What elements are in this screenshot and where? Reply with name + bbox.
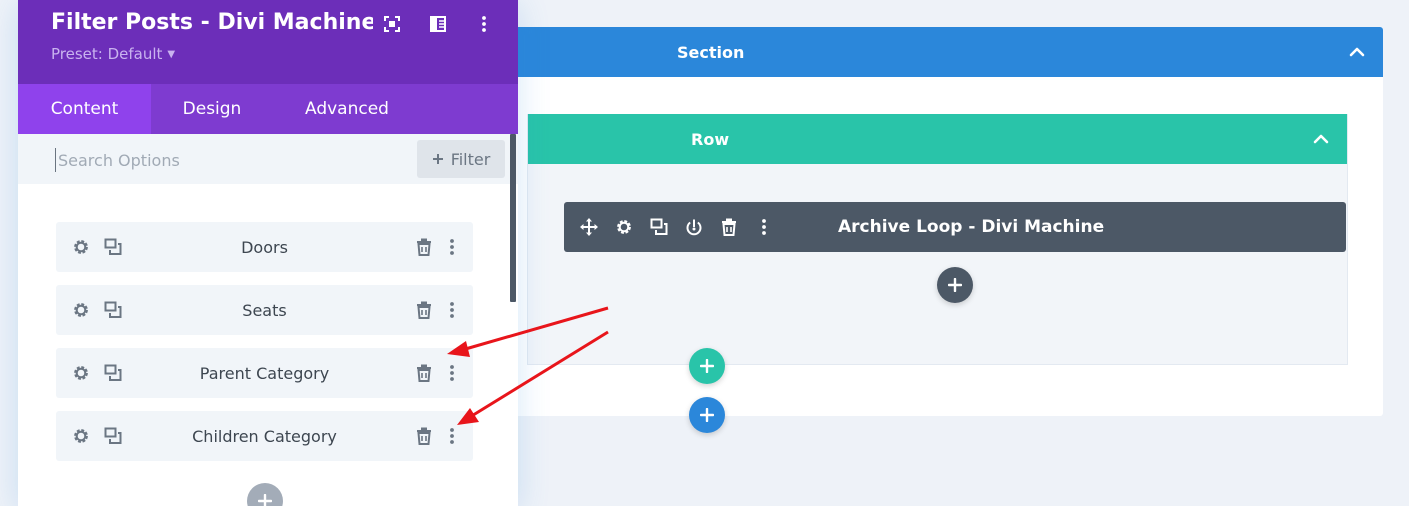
trash-icon[interactable] — [413, 424, 435, 448]
gear-icon[interactable] — [613, 215, 635, 239]
fullscreen-icon[interactable] — [380, 12, 404, 36]
gear-icon[interactable] — [70, 361, 92, 385]
module-archive-loop[interactable]: Archive Loop - Divi Machine — [564, 202, 1346, 252]
gear-icon[interactable] — [70, 424, 92, 448]
more-icon[interactable] — [441, 361, 463, 385]
list-item[interactable]: Parent Category — [56, 348, 473, 398]
duplicate-icon[interactable] — [102, 361, 124, 385]
duplicate-icon[interactable] — [102, 424, 124, 448]
trash-icon[interactable] — [413, 235, 435, 259]
section-header-bar[interactable]: Section — [490, 27, 1383, 77]
more-icon[interactable] — [441, 424, 463, 448]
trash-icon[interactable] — [413, 298, 435, 322]
scrollbar[interactable] — [510, 134, 516, 302]
list-item[interactable]: Children Category — [56, 411, 473, 461]
plus-icon — [948, 278, 962, 292]
module-settings-modal: Filter Posts - Divi Machine S... Preset:… — [18, 0, 518, 506]
section-label: Section — [677, 42, 745, 62]
more-icon[interactable] — [753, 215, 775, 239]
row-header-bar[interactable]: Row — [528, 114, 1347, 164]
more-icon[interactable] — [441, 298, 463, 322]
plus-icon — [258, 494, 272, 506]
filter-button[interactable]: Filter — [417, 140, 505, 178]
plus-icon — [700, 408, 714, 422]
more-icon[interactable] — [441, 235, 463, 259]
module-label: Archive Loop - Divi Machine — [838, 217, 1105, 237]
tab-advanced[interactable]: Advanced — [273, 84, 421, 134]
add-section-button[interactable] — [689, 397, 725, 433]
filter-item-list: Doors Seats Parent Category Children Cat… — [56, 222, 473, 474]
duplicate-icon[interactable] — [102, 235, 124, 259]
split-view-icon[interactable] — [426, 12, 450, 36]
add-row-button[interactable] — [689, 348, 725, 384]
duplicate-icon[interactable] — [102, 298, 124, 322]
row-container: Row Archive Loop - Divi Machine — [527, 114, 1348, 365]
section-container: Section Row Archive Loop - Divi Machine — [490, 27, 1383, 416]
add-module-button[interactable] — [937, 267, 973, 303]
filter-label: Filter — [450, 149, 491, 169]
gear-icon[interactable] — [70, 235, 92, 259]
chevron-up-icon[interactable] — [1346, 41, 1368, 63]
settings-tabs: Content Design Advanced — [18, 84, 518, 134]
move-icon[interactable] — [578, 215, 600, 239]
row-label: Row — [691, 129, 730, 149]
preset-label: Preset: Default — [51, 45, 163, 63]
modal-header[interactable]: Filter Posts - Divi Machine S... Preset:… — [18, 0, 518, 84]
add-item-button[interactable] — [247, 483, 283, 506]
plus-icon — [700, 359, 714, 373]
list-item[interactable]: Doors — [56, 222, 473, 272]
power-icon[interactable] — [683, 215, 705, 239]
more-icon[interactable] — [472, 12, 496, 36]
preset-selector[interactable]: Preset: Default ▼ — [51, 45, 175, 63]
list-item[interactable]: Seats — [56, 285, 473, 335]
modal-title: Filter Posts - Divi Machine S... — [51, 10, 373, 35]
chevron-up-icon[interactable] — [1310, 128, 1332, 150]
tab-design[interactable]: Design — [151, 84, 273, 134]
search-input[interactable] — [55, 148, 390, 172]
duplicate-icon[interactable] — [648, 215, 670, 239]
caret-down-icon: ▼ — [167, 48, 176, 60]
gear-icon[interactable] — [70, 298, 92, 322]
search-options-bar: Filter — [18, 134, 518, 184]
plus-icon — [432, 154, 443, 164]
tab-content[interactable]: Content — [18, 84, 151, 134]
trash-icon[interactable] — [718, 215, 740, 239]
trash-icon[interactable] — [413, 361, 435, 385]
